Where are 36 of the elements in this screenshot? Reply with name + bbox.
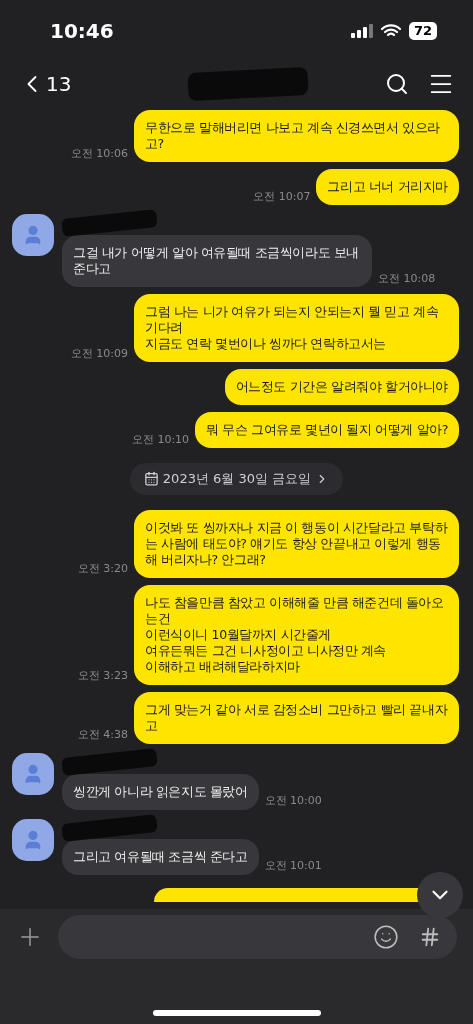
- sent-message-bubble: 그럼 나는 니가 여유가 되는지 안되는지 뭘 믿고 계속 기다려 지금도 연락 몇번이나 씽까다 연락하고서는: [134, 294, 459, 362]
- sent-message-bubble: 어느정도 기간은 알려줘야 할거아니야: [224, 369, 459, 405]
- message-time: 오전 3:23: [77, 668, 128, 684]
- emoji-icon: [373, 924, 399, 950]
- message-time: 오전 10:09: [70, 345, 128, 362]
- message-time: 오전 10:10: [131, 431, 190, 448]
- sent-message-bubble: 그게 맞는거 같아 서로 감정소비 그만하고 빨리 끝내자고: [134, 691, 459, 744]
- avatar-icon[interactable]: [12, 752, 54, 795]
- signal-icon: [350, 24, 373, 38]
- calendar-icon: [143, 471, 159, 487]
- status-time: 10:46: [50, 18, 114, 45]
- received-message-bubble: 그걸 내가 어떻게 알아 여유될때 조금씩이라도 보내준다고: [62, 235, 372, 287]
- wifi-icon: [380, 24, 401, 38]
- search-button[interactable]: [385, 72, 409, 96]
- sent-message-bubble: 무한으로 말해버리면 나보고 계속 신경쓰면서 있으라고?: [134, 110, 459, 162]
- sent-message-bubble: 이것봐 또 씽까자나 지금 이 행동이 시간달라고 부탁하는 사람에 태도야? 얘기도 항상 안끝내고 이렇게 행동해 버리자나? 안그래?: [134, 509, 459, 578]
- message-time: 오전 3:20: [77, 561, 128, 577]
- sent-message-bubble: 나도 참을만큼 참았고 이해해줄 만큼 해준건데 돌아오는건 이런식이니 10월달까지 시간줄게 여유든뭐든 그건 니사정이고 니사정만 계속 이해하고 배려해달라하지마: [134, 584, 459, 685]
- date-label: 2023년 6월 30일 금요일: [162, 470, 312, 488]
- avatar-icon[interactable]: [12, 818, 54, 861]
- message-input-field[interactable]: [58, 915, 457, 959]
- message-time: 오전 10:08: [378, 270, 436, 287]
- received-message-bubble: 그리고 여유될때 조금씩 준다고: [62, 838, 259, 875]
- received-message-bubble: 씽깐게 아니라 읽은지도 몰랐어: [62, 773, 259, 810]
- battery-level: 72: [408, 22, 437, 40]
- message-time: 오전 10:00: [264, 793, 322, 809]
- message-time: 오전 10:06: [70, 145, 128, 162]
- message-time: 오전 10:07: [253, 188, 311, 205]
- message-time: 오전 10:01: [264, 858, 322, 874]
- avatar-icon[interactable]: [12, 214, 54, 256]
- scroll-down-button[interactable]: [417, 872, 463, 918]
- back-button[interactable]: 13: [18, 69, 72, 99]
- message-time: 오전 4:38: [77, 727, 128, 743]
- sent-message-bubble: 그리고 너너 거리지마: [316, 169, 459, 205]
- sent-message-bubble: 뭐 무슨 그여유로 몇년이 될지 어떻게 알아?: [195, 412, 459, 448]
- hash-icon: [419, 926, 441, 948]
